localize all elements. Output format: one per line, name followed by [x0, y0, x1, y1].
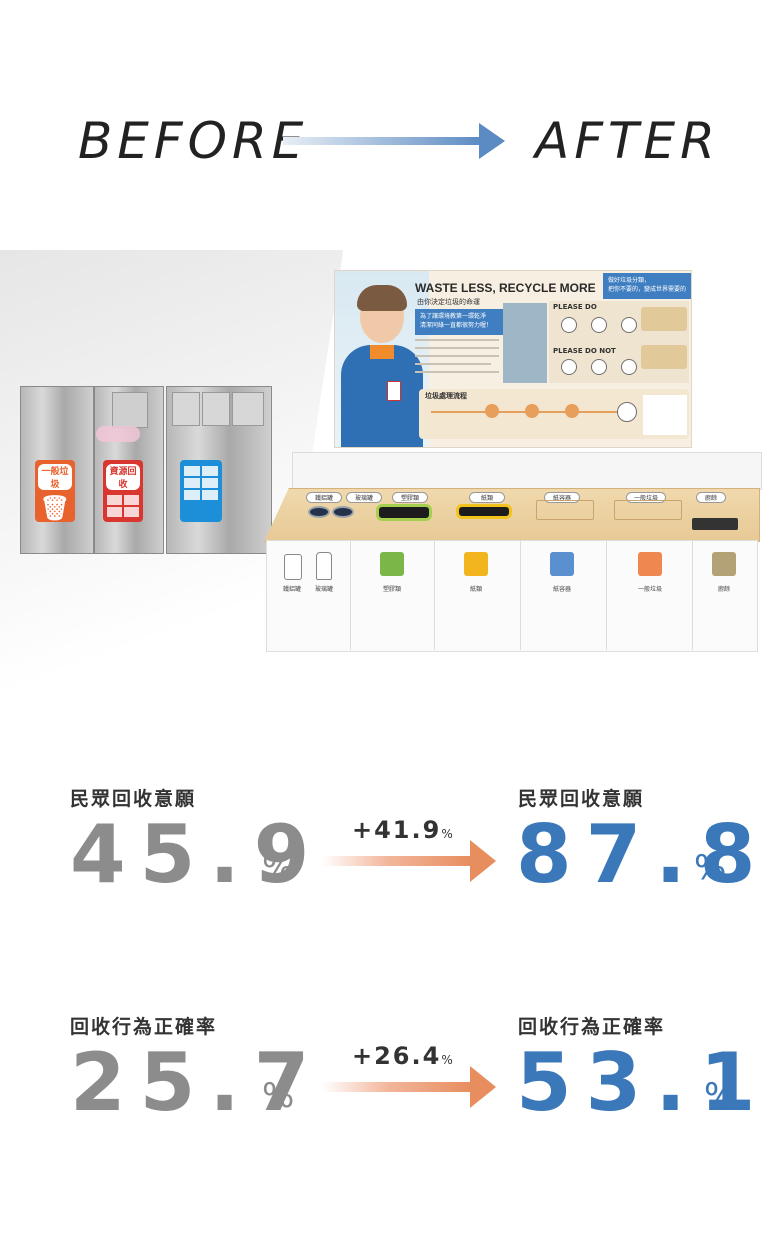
- after-value: 87.8: [516, 808, 770, 901]
- bin-label: 玻璃罐: [314, 586, 333, 593]
- delta-percent: %: [441, 1053, 453, 1067]
- lid-label: 玻璃罐: [346, 492, 382, 503]
- delta-value: +26.4: [352, 1042, 442, 1070]
- plastic-slot: [376, 504, 432, 521]
- orange-arrow-icon: [470, 1066, 496, 1108]
- general-waste-icon: [638, 552, 662, 576]
- bin-label: 一般垃圾: [637, 586, 662, 593]
- recycling-station: 鐵鋁罐 玻璃罐 塑膠類 紙類 紙容器 一般垃圾 廚餘 鐵鋁罐 玻璃罐 塑膠類 紙…: [264, 452, 762, 652]
- plastic-bottle-icon: [380, 552, 404, 576]
- poster-top-right: 做好垃圾分類， 把你不要的，變成世界需要的: [603, 273, 691, 299]
- before-heading: BEFORE: [78, 112, 309, 170]
- can-icon: [284, 554, 302, 580]
- old-bins-photo: 一般垃圾 🗑 資源回收: [20, 386, 272, 554]
- bottle-hole: [332, 506, 354, 518]
- right-arrow-icon: [283, 123, 505, 159]
- poster-subtitle: 由你決定垃圾的命運: [417, 298, 480, 306]
- poster-title: WASTE LESS, RECYCLE MORE: [415, 281, 596, 295]
- stat-label-after: 回收行為正確率: [518, 1016, 666, 1038]
- bin-label: 廚餘: [717, 586, 730, 593]
- can-hole: [308, 506, 330, 518]
- bin-label: 紙類: [469, 586, 482, 593]
- percent-sign: %: [262, 848, 295, 888]
- recycle-sign-blue: [180, 460, 222, 522]
- food-waste-icon: [712, 552, 736, 576]
- poster: WASTE LESS, RECYCLE MORE 由你決定垃圾的命運 做好垃圾分…: [334, 270, 692, 448]
- percent-sign: %: [262, 1076, 295, 1116]
- station-cabinet: [266, 540, 758, 652]
- please-do-not-label: PLEASE DO NOT: [553, 347, 616, 355]
- flow-title: 垃圾處理流程: [425, 392, 467, 400]
- percent-sign: %: [704, 1076, 737, 1116]
- staff-portrait: [335, 271, 429, 447]
- lid-label: 廚餘: [696, 492, 726, 503]
- bin-label: 塑膠類: [382, 586, 401, 593]
- orange-arrow-icon: [470, 840, 496, 882]
- trash-can-icon: 🗑: [39, 494, 71, 522]
- general-waste-sign: 一般垃圾 🗑: [35, 460, 75, 522]
- orange-arrow-line: [322, 1082, 472, 1092]
- paper-container-icon: [550, 552, 574, 576]
- bin-label: 鐵鋁罐: [282, 586, 301, 593]
- lid-label: 鐵鋁罐: [306, 492, 342, 503]
- delta-percent: %: [441, 827, 453, 841]
- percent-sign: %: [694, 848, 727, 888]
- bin-label: 紙容器: [552, 586, 571, 593]
- header-arrow: [283, 121, 505, 161]
- delta-value: +41.9: [352, 816, 442, 844]
- after-heading: AFTER: [535, 112, 720, 170]
- paper-icon: [464, 552, 488, 576]
- delta-group: +41.9%: [352, 816, 453, 844]
- poster-quote: 為了讓環境教第一環乾淨 清潔同綠一直都很努力喔！: [415, 309, 509, 335]
- stat-label-before: 民眾回收意願: [70, 788, 197, 810]
- lid-label: 塑膠類: [392, 492, 428, 503]
- lid-label: 紙類: [469, 492, 505, 503]
- delta-group: +26.4%: [352, 1042, 453, 1070]
- stat-label-before: 回收行為正確率: [70, 1016, 218, 1038]
- paper-slot: [456, 504, 512, 519]
- recycle-sign-red: 資源回收: [103, 460, 143, 522]
- please-do-label: PLEASE DO: [553, 303, 597, 311]
- stat-label-after: 民眾回收意願: [518, 788, 645, 810]
- bottle-icon: [316, 552, 332, 580]
- orange-arrow-line: [322, 856, 472, 866]
